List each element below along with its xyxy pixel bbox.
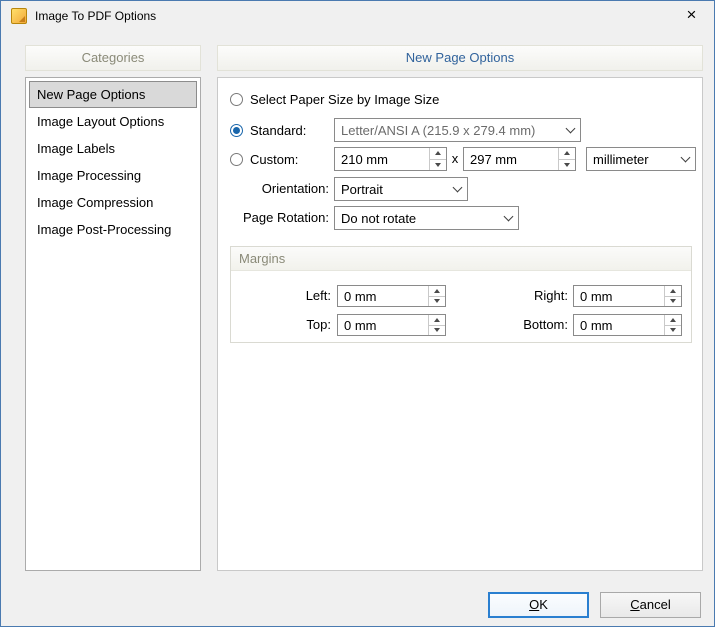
options-content: Select Paper Size by Image Size Standard… bbox=[217, 77, 703, 571]
unit-select[interactable]: millimeter bbox=[586, 147, 696, 171]
window-title: Image To PDF Options bbox=[35, 9, 157, 23]
custom-height-spinner bbox=[558, 148, 575, 170]
category-item-image-layout-options[interactable]: Image Layout Options bbox=[29, 108, 197, 135]
custom-height-input[interactable]: 297 mm bbox=[463, 147, 576, 171]
close-icon[interactable]: × bbox=[669, 1, 714, 31]
chevron-down-icon[interactable] bbox=[447, 178, 467, 200]
margin-right-value: 0 mm bbox=[580, 288, 613, 304]
margins-group: Margins Left: 0 mm Right: 0 mm Top: 0 mm… bbox=[230, 246, 692, 343]
spinner-up-icon[interactable] bbox=[429, 286, 445, 297]
custom-label[interactable]: Custom: bbox=[250, 152, 298, 167]
orientation-select[interactable]: Portrait bbox=[334, 177, 468, 201]
chevron-down-icon[interactable] bbox=[498, 207, 518, 229]
custom-height-value: 297 mm bbox=[470, 151, 517, 167]
category-item-new-page-options[interactable]: New Page Options bbox=[29, 81, 197, 108]
spinner-up-icon[interactable] bbox=[665, 315, 681, 326]
standard-row: Standard: bbox=[230, 117, 306, 143]
margin-top-spinner bbox=[428, 315, 445, 335]
margin-bottom-spinner bbox=[664, 315, 681, 335]
margin-left-value: 0 mm bbox=[344, 288, 377, 304]
margin-left-spinner bbox=[428, 286, 445, 306]
categories-list: New Page Options Image Layout Options Im… bbox=[25, 77, 201, 571]
custom-radio[interactable] bbox=[230, 152, 243, 166]
title-bar: Image To PDF Options × bbox=[1, 1, 714, 31]
spinner-down-icon[interactable] bbox=[429, 326, 445, 336]
options-header: New Page Options bbox=[217, 45, 703, 71]
spinner-up-icon[interactable] bbox=[559, 148, 575, 160]
chevron-down-icon[interactable] bbox=[560, 119, 580, 141]
custom-width-spinner bbox=[429, 148, 446, 170]
by-image-size-radio[interactable] bbox=[230, 92, 243, 106]
margin-right-input[interactable]: 0 mm bbox=[573, 285, 682, 307]
page-rotation-label: Page Rotation: bbox=[242, 210, 329, 225]
margin-right-spinner bbox=[664, 286, 681, 306]
margin-top-label: Top: bbox=[306, 317, 331, 332]
standard-size-value: Letter/ANSI A (215.9 x 279.4 mm) bbox=[341, 122, 536, 138]
spinner-down-icon[interactable] bbox=[429, 297, 445, 307]
spinner-up-icon[interactable] bbox=[429, 315, 445, 326]
image-to-pdf-options-dialog: Image To PDF Options × Categories New Pa… bbox=[0, 0, 715, 627]
categories-header: Categories bbox=[25, 45, 201, 71]
spinner-up-icon[interactable] bbox=[430, 148, 446, 160]
category-item-image-compression[interactable]: Image Compression bbox=[29, 189, 197, 216]
spinner-down-icon[interactable] bbox=[665, 326, 681, 336]
margin-bottom-label: Bottom: bbox=[523, 317, 568, 332]
custom-row: Custom: bbox=[230, 146, 298, 172]
category-item-image-processing[interactable]: Image Processing bbox=[29, 162, 197, 189]
orientation-label: Orientation: bbox=[261, 181, 329, 196]
orientation-value: Portrait bbox=[341, 181, 383, 197]
category-item-image-labels[interactable]: Image Labels bbox=[29, 135, 197, 162]
standard-radio[interactable] bbox=[230, 123, 243, 137]
margins-group-header: Margins bbox=[231, 247, 691, 271]
standard-size-select[interactable]: Letter/ANSI A (215.9 x 279.4 mm) bbox=[334, 118, 581, 142]
custom-size-separator: x bbox=[451, 151, 459, 166]
category-item-image-post-processing[interactable]: Image Post-Processing bbox=[29, 216, 197, 243]
margin-bottom-input[interactable]: 0 mm bbox=[573, 314, 682, 336]
margin-right-label: Right: bbox=[534, 288, 568, 303]
spinner-down-icon[interactable] bbox=[665, 297, 681, 307]
app-icon bbox=[11, 8, 27, 24]
by-image-size-row: Select Paper Size by Image Size bbox=[230, 86, 439, 112]
ok-button[interactable]: OK bbox=[488, 592, 589, 618]
margin-left-input[interactable]: 0 mm bbox=[337, 285, 446, 307]
spinner-down-icon[interactable] bbox=[430, 160, 446, 171]
page-rotation-select[interactable]: Do not rotate bbox=[334, 206, 519, 230]
options-panel: New Page Options Select Paper Size by Im… bbox=[217, 45, 703, 571]
custom-width-value: 210 mm bbox=[341, 151, 388, 167]
categories-panel: Categories New Page Options Image Layout… bbox=[25, 45, 201, 571]
margin-left-label: Left: bbox=[305, 288, 331, 303]
spinner-down-icon[interactable] bbox=[559, 160, 575, 171]
ok-button-label: OK bbox=[529, 597, 548, 612]
by-image-size-label[interactable]: Select Paper Size by Image Size bbox=[250, 92, 439, 107]
standard-label[interactable]: Standard: bbox=[250, 123, 306, 138]
spinner-up-icon[interactable] bbox=[665, 286, 681, 297]
margin-bottom-value: 0 mm bbox=[580, 317, 613, 333]
chevron-down-icon[interactable] bbox=[675, 148, 695, 170]
page-rotation-value: Do not rotate bbox=[341, 210, 417, 226]
cancel-button[interactable]: Cancel bbox=[600, 592, 701, 618]
cancel-button-label: Cancel bbox=[630, 597, 671, 612]
margin-top-input[interactable]: 0 mm bbox=[337, 314, 446, 336]
margin-top-value: 0 mm bbox=[344, 317, 377, 333]
unit-value: millimeter bbox=[593, 151, 649, 167]
custom-width-input[interactable]: 210 mm bbox=[334, 147, 447, 171]
